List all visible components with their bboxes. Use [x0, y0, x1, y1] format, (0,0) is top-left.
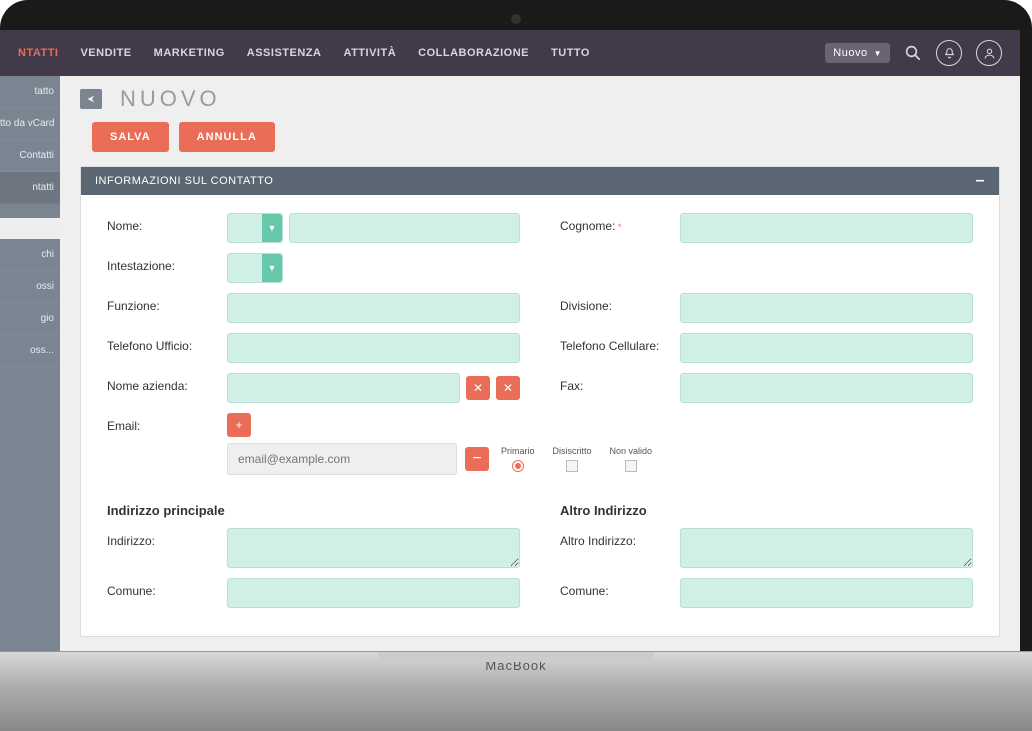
azienda-remove-button[interactable]: ✕ [496, 376, 520, 400]
altro-indirizzo-input[interactable] [680, 528, 973, 568]
label-tel-cell: Telefono Cellulare: [560, 333, 670, 353]
sidebar: tatto tto da vCard Contatti ntatti chi o… [0, 76, 60, 651]
cancel-button[interactable]: ANNULLA [179, 122, 275, 152]
opt-primario-label: Primario [501, 446, 535, 456]
divisione-input[interactable] [680, 293, 973, 323]
remove-email-button[interactable]: − [465, 447, 489, 471]
alt-comune-input[interactable] [680, 578, 973, 608]
label-comune: Comune: [107, 578, 217, 598]
label-tel-ufficio: Telefono Ufficio: [107, 333, 217, 353]
label-nome-azienda: Nome azienda: [107, 373, 217, 393]
collapse-icon[interactable]: – [976, 176, 985, 186]
label-fax: Fax: [560, 373, 670, 393]
share-button[interactable] [80, 89, 102, 109]
azienda-input[interactable] [227, 373, 460, 403]
azienda-clear-button[interactable]: ✕ [466, 376, 490, 400]
nav-tab-contatti[interactable]: NTATTI [18, 47, 58, 59]
label-email: Email: [107, 413, 217, 433]
tel-cell-input[interactable] [680, 333, 973, 363]
notifications-icon[interactable] [936, 40, 962, 66]
comune-input[interactable] [227, 578, 520, 608]
disiscritto-checkbox[interactable] [566, 460, 578, 472]
user-icon[interactable] [976, 40, 1002, 66]
panel-title: INFORMAZIONI SUL CONTATTO [95, 175, 273, 187]
save-button[interactable]: SALVA [92, 122, 169, 152]
nome-input[interactable] [289, 213, 520, 243]
sidebar-item[interactable]: tto da vCard [0, 108, 60, 140]
label-funzione: Funzione: [107, 293, 217, 313]
label-alt-comune: Comune: [560, 578, 670, 598]
sidebar-item[interactable]: ossi [0, 271, 60, 303]
label-indirizzo: Indirizzo: [107, 528, 217, 548]
addr-main-heading: Indirizzo principale [107, 503, 520, 518]
primario-radio[interactable] [512, 460, 524, 472]
add-email-button[interactable]: + [227, 413, 251, 437]
opt-disiscritto-label: Disiscritto [553, 446, 592, 456]
nav-tab-attivita[interactable]: ATTIVITÀ [343, 47, 396, 59]
top-nav: NTATTI VENDITE MARKETING ASSISTENZA ATTI… [0, 30, 1020, 76]
nav-tab-assistenza[interactable]: ASSISTENZA [247, 47, 322, 59]
chevron-down-icon: ▼ [262, 254, 282, 282]
label-intestazione: Intestazione: [107, 253, 217, 273]
search-icon[interactable] [904, 44, 922, 62]
label-nome: Nome: [107, 213, 217, 233]
sidebar-item[interactable]: gio [0, 303, 60, 335]
nav-tab-collaborazione[interactable]: COLLABORAZIONE [418, 47, 529, 59]
nuovo-dropdown[interactable]: Nuovo▼ [825, 43, 890, 63]
chevron-down-icon: ▼ [874, 49, 882, 58]
indirizzo-input[interactable] [227, 528, 520, 568]
sidebar-item[interactable]: tatto [0, 76, 60, 108]
nonvalido-checkbox[interactable] [625, 460, 637, 472]
addr-alt-heading: Altro Indirizzo [560, 503, 973, 518]
sidebar-item[interactable]: ntatti [0, 172, 60, 204]
intestazione-select[interactable]: ▼ [227, 253, 283, 283]
label-cognome: Cognome: [560, 213, 670, 233]
nav-tab-tutto[interactable]: TUTTO [551, 47, 590, 59]
sidebar-item[interactable]: oss... [0, 335, 60, 367]
cognome-input[interactable] [680, 213, 973, 243]
sidebar-item[interactable]: chi [0, 239, 60, 271]
page-title: NUOVO [120, 86, 221, 112]
contact-panel: INFORMAZIONI SUL CONTATTO – Nome: ▼ [80, 166, 1000, 637]
funzione-input[interactable] [227, 293, 520, 323]
fax-input[interactable] [680, 373, 973, 403]
opt-nonvalido-label: Non valido [610, 446, 653, 456]
sidebar-item[interactable]: Contatti [0, 140, 60, 172]
label-divisione: Divisione: [560, 293, 670, 313]
email-input[interactable] [227, 443, 457, 475]
sidebar-item[interactable] [0, 218, 60, 239]
label-altro-indirizzo: Altro Indirizzo: [560, 528, 670, 548]
chevron-down-icon: ▼ [262, 214, 282, 242]
tel-ufficio-input[interactable] [227, 333, 520, 363]
salutation-select[interactable]: ▼ [227, 213, 283, 243]
nav-tab-vendite[interactable]: VENDITE [80, 47, 131, 59]
nav-tab-marketing[interactable]: MARKETING [154, 47, 225, 59]
